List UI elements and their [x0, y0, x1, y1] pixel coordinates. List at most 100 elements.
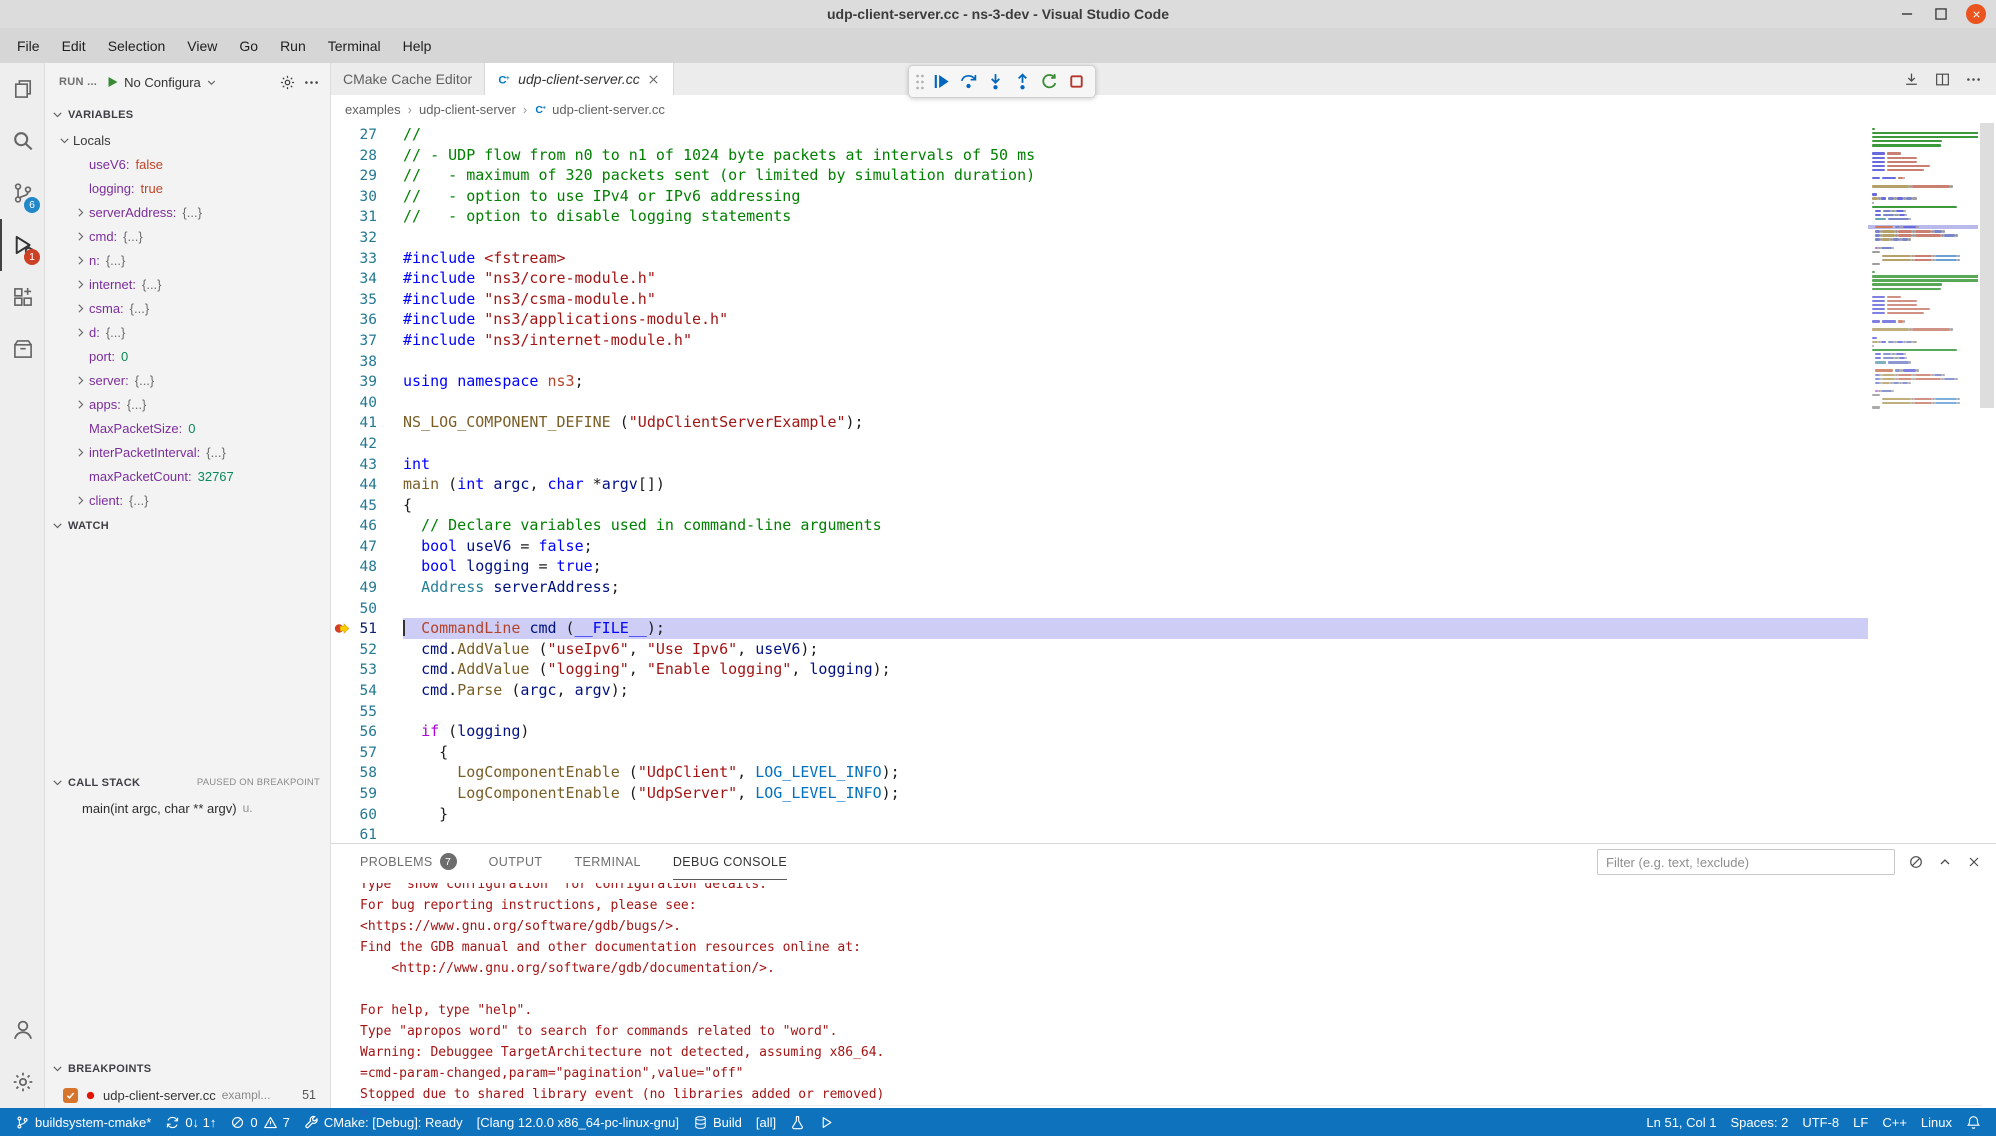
- gutter-39[interactable]: 39: [331, 371, 403, 392]
- close-icon[interactable]: [1966, 854, 1982, 870]
- debug-continue-button[interactable]: [928, 68, 955, 95]
- variable-serverAddress[interactable]: serverAddress:{...}: [45, 200, 330, 224]
- console-filter-input[interactable]: [1597, 849, 1895, 875]
- gutter-36[interactable]: 36: [331, 309, 403, 330]
- minimap[interactable]: [1868, 123, 1978, 843]
- gutter-58[interactable]: 58: [331, 762, 403, 783]
- menu-item-help[interactable]: Help: [392, 28, 443, 63]
- maximize-button[interactable]: [1932, 5, 1950, 23]
- activity-search[interactable]: [0, 115, 44, 167]
- gutter-40[interactable]: 40: [331, 392, 403, 413]
- activity-extensions[interactable]: [0, 271, 44, 323]
- activity-explorer[interactable]: [0, 63, 44, 115]
- code-line-38[interactable]: 38: [331, 351, 1868, 372]
- code-line-28[interactable]: 28// - UDP flow from n0 to n1 of 1024 by…: [331, 145, 1868, 166]
- variable-server[interactable]: server:{...}: [45, 368, 330, 392]
- code-line-43[interactable]: 43int: [331, 454, 1868, 475]
- gutter-31[interactable]: 31: [331, 206, 403, 227]
- code-line-50[interactable]: 50: [331, 598, 1868, 619]
- panel-tab-terminal[interactable]: TERMINAL: [574, 844, 640, 880]
- debug-config-dropdown[interactable]: No Configura: [104, 74, 272, 90]
- gutter-27[interactable]: 27: [331, 124, 403, 145]
- gutter-34[interactable]: 34: [331, 268, 403, 289]
- code-line-52[interactable]: 52 cmd.AddValue ("useIpv6", "Use Ipv6", …: [331, 639, 1868, 660]
- code-line-41[interactable]: 41NS_LOG_COMPONENT_DEFINE ("UdpClientSer…: [331, 412, 1868, 433]
- code-line-45[interactable]: 45{: [331, 495, 1868, 516]
- variables-section-header[interactable]: VARIABLES: [45, 101, 330, 128]
- code-line-51[interactable]: 51 CommandLine cmd (__FILE__);: [331, 618, 1868, 639]
- gutter-55[interactable]: 55: [331, 701, 403, 722]
- more-icon[interactable]: [1965, 71, 1982, 88]
- menu-item-selection[interactable]: Selection: [97, 28, 177, 63]
- code-line-61[interactable]: 61: [331, 824, 1868, 843]
- gutter-51[interactable]: 51: [331, 618, 403, 639]
- status-sync[interactable]: 0↓ 1↑: [158, 1108, 223, 1136]
- code-line-29[interactable]: 29// - maximum of 320 packets sent (or l…: [331, 165, 1868, 186]
- variable-apps[interactable]: apps:{...}: [45, 392, 330, 416]
- breadcrumb-item-0[interactable]: examples: [345, 102, 401, 117]
- panel-tab-problems[interactable]: PROBLEMS7: [360, 844, 457, 880]
- breakpoint-item[interactable]: udp-client-server.ccexampl...51: [45, 1082, 330, 1108]
- activity-accounts[interactable]: [0, 1004, 44, 1056]
- gutter-54[interactable]: 54: [331, 680, 403, 701]
- gutter-50[interactable]: 50: [331, 598, 403, 619]
- variable-d[interactable]: d:{...}: [45, 320, 330, 344]
- code-line-34[interactable]: 34#include "ns3/core-module.h": [331, 268, 1868, 289]
- menu-item-edit[interactable]: Edit: [51, 28, 97, 63]
- gutter-44[interactable]: 44: [331, 474, 403, 495]
- code-line-58[interactable]: 58 LogComponentEnable ("UdpClient", LOG_…: [331, 762, 1868, 783]
- split-editor-icon[interactable]: [1934, 71, 1951, 88]
- variable-maxPacketCount[interactable]: maxPacketCount:32767: [45, 464, 330, 488]
- debug-step-into-button[interactable]: [982, 68, 1009, 95]
- debug-restart-button[interactable]: [1036, 68, 1063, 95]
- menu-item-run[interactable]: Run: [269, 28, 317, 63]
- gutter-35[interactable]: 35: [331, 289, 403, 310]
- code-line-39[interactable]: 39using namespace ns3;: [331, 371, 1868, 392]
- breakpoints-section-header[interactable]: BREAKPOINTS: [45, 1055, 330, 1082]
- variable-interPacketInterval[interactable]: interPacketInterval:{...}: [45, 440, 330, 464]
- code-line-33[interactable]: 33#include <fstream>: [331, 248, 1868, 269]
- variable-n[interactable]: n:{...}: [45, 248, 330, 272]
- code-line-55[interactable]: 55: [331, 701, 1868, 722]
- debug-stop-button[interactable]: [1063, 68, 1090, 95]
- variable-csma[interactable]: csma:{...}: [45, 296, 330, 320]
- chevron-up-icon[interactable]: [1937, 854, 1953, 870]
- code-line-35[interactable]: 35#include "ns3/csma-module.h": [331, 289, 1868, 310]
- code-line-47[interactable]: 47 bool useV6 = false;: [331, 536, 1868, 557]
- activity-settings[interactable]: [0, 1056, 44, 1108]
- clear-console-icon[interactable]: [1908, 854, 1924, 870]
- variable-port[interactable]: port:0: [45, 344, 330, 368]
- panel-tab-debug-console[interactable]: DEBUG CONSOLE: [673, 844, 787, 880]
- gutter-30[interactable]: 30: [331, 186, 403, 207]
- code-line-53[interactable]: 53 cmd.AddValue ("logging", "Enable logg…: [331, 659, 1868, 680]
- code-line-27[interactable]: 27//: [331, 124, 1868, 145]
- activity-run-and-debug[interactable]: 1: [0, 219, 44, 271]
- minimize-button[interactable]: [1898, 5, 1916, 23]
- gutter-29[interactable]: 29: [331, 165, 403, 186]
- editor[interactable]: 27//28// - UDP flow from n0 to n1 of 102…: [331, 123, 1996, 843]
- gutter-46[interactable]: 46: [331, 515, 403, 536]
- variable-MaxPacketSize[interactable]: MaxPacketSize:0: [45, 416, 330, 440]
- gutter-57[interactable]: 57: [331, 742, 403, 763]
- gutter-47[interactable]: 47: [331, 536, 403, 557]
- activity-source-control[interactable]: 6: [0, 167, 44, 219]
- call-stack-frame[interactable]: main(int argc, char ** argv)u.: [45, 796, 330, 820]
- close-icon[interactable]: [646, 72, 661, 87]
- gutter-45[interactable]: 45: [331, 495, 403, 516]
- more-actions-icon[interactable]: [303, 74, 320, 91]
- code-line-37[interactable]: 37#include "ns3/internet-module.h": [331, 330, 1868, 351]
- code-line-57[interactable]: 57 {: [331, 742, 1868, 763]
- debug-step-out-button[interactable]: [1009, 68, 1036, 95]
- variable-useV6[interactable]: useV6:false: [45, 152, 330, 176]
- gutter-61[interactable]: 61: [331, 824, 403, 843]
- code-line-49[interactable]: 49 Address serverAddress;: [331, 577, 1868, 598]
- tab-udp-client-server-cc[interactable]: C+udp-client-server.cc: [485, 63, 674, 95]
- gutter-48[interactable]: 48: [331, 556, 403, 577]
- gutter-32[interactable]: 32: [331, 227, 403, 248]
- variable-logging[interactable]: logging:true: [45, 176, 330, 200]
- gutter-60[interactable]: 60: [331, 804, 403, 825]
- gear-icon[interactable]: [279, 74, 296, 91]
- gutter-41[interactable]: 41: [331, 412, 403, 433]
- gutter-49[interactable]: 49: [331, 577, 403, 598]
- code-line-32[interactable]: 32: [331, 227, 1868, 248]
